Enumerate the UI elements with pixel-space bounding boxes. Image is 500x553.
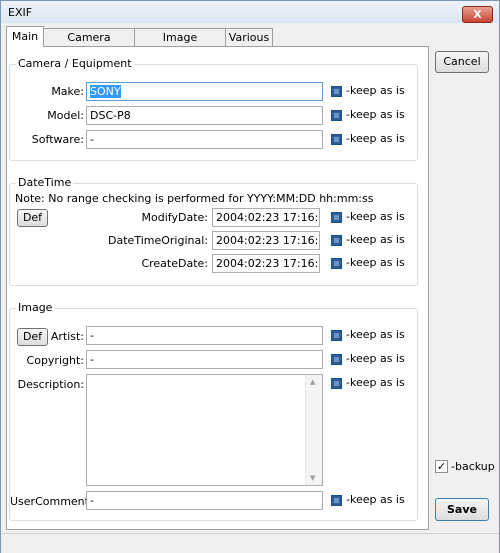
make-label: Make: <box>51 85 84 98</box>
software-label: Software: <box>31 133 84 146</box>
make-keep-label: -keep as is <box>346 84 405 97</box>
make-keep-checkbox[interactable] <box>331 86 342 97</box>
software-field[interactable]: - <box>86 130 323 149</box>
copyright-label: Copyright: <box>26 354 84 367</box>
datetimeoriginal-keep-label: -keep as is <box>346 233 405 246</box>
make-field-value: SONY <box>90 85 121 98</box>
createdate-field[interactable]: 2004:02:23 17:16:27 <box>212 254 320 273</box>
description-keep-checkbox[interactable] <box>331 378 342 389</box>
createdate-keep-label: -keep as is <box>346 256 405 269</box>
main-tab-panel: Camera / Equipment Make: SONY -keep as i… <box>6 46 429 530</box>
tab-main-label: Main <box>11 30 39 43</box>
camera-equipment-legend: Camera / Equipment <box>16 57 134 70</box>
artist-label: Artist: <box>50 330 84 343</box>
image-def-label: Def <box>22 330 43 343</box>
datetime-note: Note: No range checking is performed for… <box>15 192 374 205</box>
copyright-keep-checkbox[interactable] <box>331 354 342 365</box>
scroll-up-icon[interactable]: ▲ <box>310 378 315 386</box>
tab-main[interactable]: Main <box>6 26 44 47</box>
modifydate-keep-checkbox[interactable] <box>331 212 342 223</box>
usercomment-field[interactable]: - <box>86 491 323 510</box>
image-group: Image Def Artist: - -keep as is Copyrigh… <box>9 301 418 521</box>
description-label: Description: <box>17 378 84 391</box>
modifydate-keep-label: -keep as is <box>346 210 405 223</box>
scroll-down-icon[interactable]: ▼ <box>310 474 315 482</box>
camera-equipment-group: Camera / Equipment Make: SONY -keep as i… <box>9 57 418 161</box>
model-label: Model: <box>47 109 84 122</box>
backup-checkbox[interactable]: ✓ <box>435 460 448 473</box>
tab-image-properties[interactable]: Image properties <box>134 28 226 61</box>
model-field[interactable]: DSC-P8 <box>86 106 323 125</box>
status-bar <box>1 533 499 553</box>
cancel-button-label: Cancel <box>443 55 481 68</box>
image-legend: Image <box>16 301 55 314</box>
usercomment-keep-checkbox[interactable] <box>331 495 342 506</box>
image-def-button[interactable]: Def <box>17 328 48 346</box>
datetime-def-button[interactable]: Def <box>17 209 48 227</box>
title-bar: EXIF X <box>1 1 499 23</box>
artist-keep-checkbox[interactable] <box>331 330 342 341</box>
close-icon: X <box>473 8 482 21</box>
usercomment-label: UserComment: <box>10 495 93 508</box>
save-button[interactable]: Save <box>435 498 489 521</box>
usercomment-keep-label: -keep as is <box>346 493 405 506</box>
tab-various[interactable]: Various <box>225 28 273 46</box>
datetime-def-label: Def <box>22 211 43 224</box>
description-textarea[interactable]: ▲ ▼ <box>86 374 323 486</box>
copyright-field[interactable]: - <box>86 350 323 369</box>
datetimeoriginal-keep-checkbox[interactable] <box>331 235 342 246</box>
modifydate-label: ModifyDate: <box>141 211 208 224</box>
check-icon: ✓ <box>436 460 447 473</box>
artist-keep-label: -keep as is <box>346 328 405 341</box>
cancel-button[interactable]: Cancel <box>435 51 489 73</box>
model-keep-checkbox[interactable] <box>331 110 342 121</box>
modifydate-field[interactable]: 2004:02:23 17:16:27 <box>212 208 320 227</box>
createdate-keep-checkbox[interactable] <box>331 258 342 269</box>
tab-various-label: Various <box>228 31 270 44</box>
datetime-legend: DateTime <box>16 176 74 189</box>
software-keep-label: -keep as is <box>346 132 405 145</box>
description-scrollbar[interactable]: ▲ ▼ <box>305 375 322 485</box>
exif-window: EXIF X Main Camera settings Image proper… <box>0 0 500 553</box>
backup-label: -backup <box>451 460 495 473</box>
model-keep-label: -keep as is <box>346 108 405 121</box>
datetimeoriginal-label: DateTimeOriginal: <box>108 234 208 247</box>
save-button-label: Save <box>447 503 477 516</box>
createdate-label: CreateDate: <box>141 257 208 270</box>
close-button[interactable]: X <box>462 6 493 23</box>
copyright-keep-label: -keep as is <box>346 352 405 365</box>
description-keep-label: -keep as is <box>346 376 405 389</box>
datetime-group: DateTime Note: No range checking is perf… <box>9 176 418 286</box>
artist-field[interactable]: - <box>86 326 323 345</box>
software-keep-checkbox[interactable] <box>331 134 342 145</box>
window-title: EXIF <box>8 6 33 19</box>
make-field[interactable]: SONY <box>86 82 323 101</box>
tab-camera-settings[interactable]: Camera settings <box>43 28 135 61</box>
datetimeoriginal-field[interactable]: 2004:02:23 17:16:27 <box>212 231 320 250</box>
